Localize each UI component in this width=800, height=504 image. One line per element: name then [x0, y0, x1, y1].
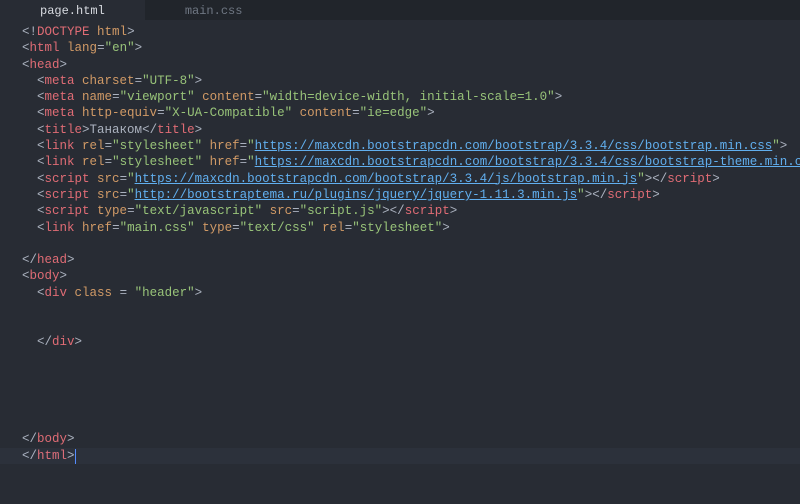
code-line: </body> [22, 431, 800, 447]
tab-page-html[interactable]: page.html [0, 0, 145, 20]
code-line [22, 350, 800, 366]
code-line [22, 236, 800, 252]
tab-main-css[interactable]: main.css [145, 0, 283, 20]
code-line: <script src="https://maxcdn.bootstrapcdn… [22, 171, 800, 187]
code-line: </html> [22, 448, 800, 464]
code-line: <meta http-equiv="X-UA-Compatible" conte… [22, 105, 800, 121]
code-line: <div class = "header"> [22, 285, 800, 301]
code-line [22, 301, 800, 317]
code-line: <html lang="en"> [22, 40, 800, 56]
code-line: <body> [22, 268, 800, 284]
code-line: <link rel="stylesheet" href="https://max… [22, 138, 800, 154]
code-line [22, 415, 800, 431]
code-line: <link rel="stylesheet" href="https://max… [22, 154, 800, 170]
code-line: <script src="http://bootstraptema.ru/plu… [22, 187, 800, 203]
code-line [22, 366, 800, 382]
code-line: <!DOCTYPE html> [22, 24, 800, 40]
text-cursor [75, 449, 76, 464]
code-line: <head> [22, 57, 800, 73]
code-line [22, 383, 800, 399]
code-line: <meta name="viewport" content="width=dev… [22, 89, 800, 105]
code-editor[interactable]: <!DOCTYPE html> <html lang="en"> <head> … [0, 20, 800, 468]
code-line: <meta charset="UTF-8"> [22, 73, 800, 89]
code-line: </head> [22, 252, 800, 268]
code-line: <title>Танаком</title> [22, 122, 800, 138]
code-line: </div> [22, 334, 800, 350]
code-line: <link href="main.css" type="text/css" re… [22, 220, 800, 236]
code-line [22, 399, 800, 415]
tab-bar: page.html main.css [0, 0, 800, 20]
code-line: <script type="text/javascript" src="scri… [22, 203, 800, 219]
code-line [22, 317, 800, 333]
